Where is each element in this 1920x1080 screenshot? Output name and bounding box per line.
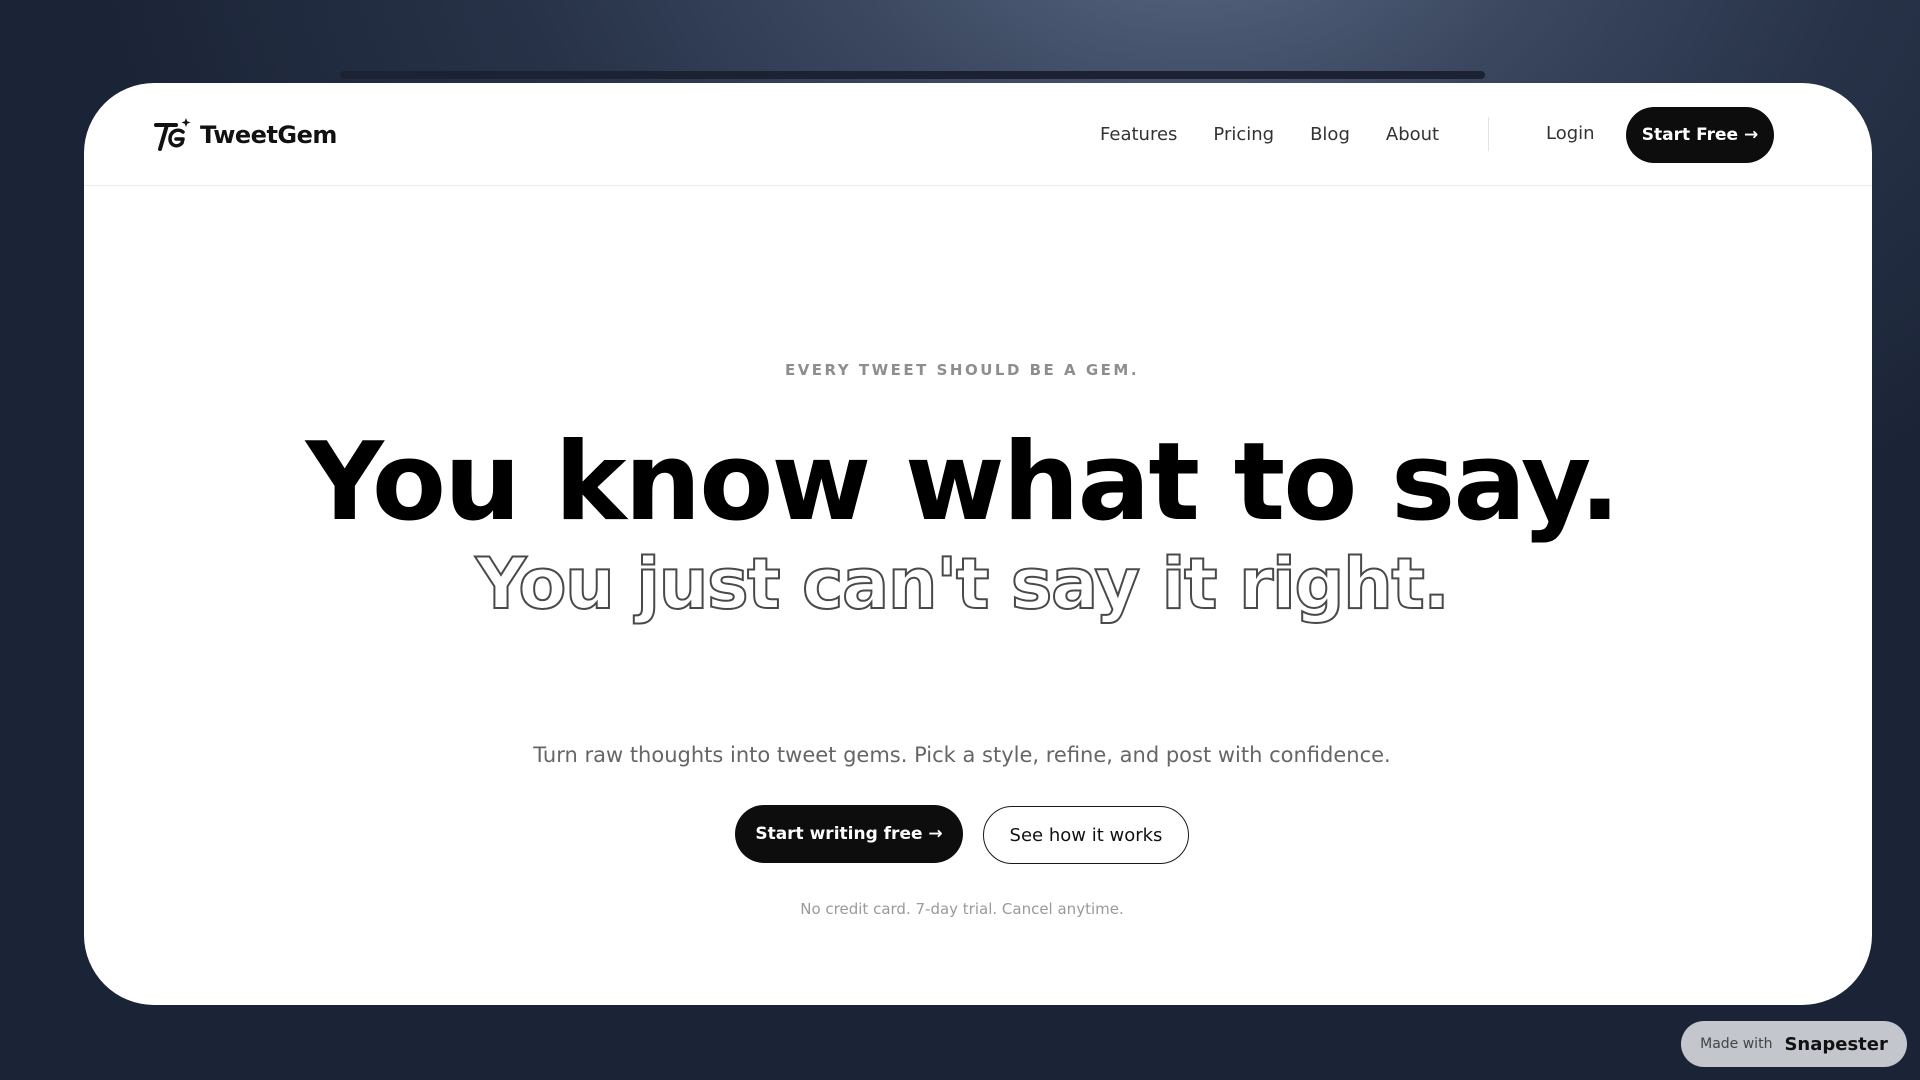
nav-link-about[interactable]: About: [1386, 124, 1439, 145]
nav-divider: [1488, 117, 1489, 151]
nav-link-blog[interactable]: Blog: [1310, 124, 1350, 145]
nav-link-features[interactable]: Features: [1100, 124, 1177, 145]
browser-window: TweetGem Features Pricing Blog About Log…: [84, 83, 1872, 1005]
start-writing-button[interactable]: Start writing free →: [735, 805, 963, 863]
tg-monogram-sparkle-icon: [152, 115, 192, 155]
nav-links: Features Pricing Blog About: [1100, 83, 1475, 185]
hero-eyebrow: EVERY TWEET SHOULD BE A GEM.: [784, 361, 1140, 379]
made-with-label: Made with: [1700, 1036, 1773, 1052]
nav-link-pricing[interactable]: Pricing: [1213, 124, 1274, 145]
hero-cta-row: Start writing free → See how it works: [84, 805, 1840, 864]
brand-name: TweetGem: [200, 121, 337, 149]
start-free-button[interactable]: Start Free →: [1626, 107, 1774, 163]
hero-subtitle: Turn raw thoughts into tweet gems. Pick …: [533, 743, 1391, 767]
hero-headline-outline: You just can't say it right.: [475, 543, 1451, 625]
made-with-badge[interactable]: Made with Snapester: [1681, 1021, 1907, 1067]
login-link[interactable]: Login: [1546, 83, 1595, 185]
hero-headline: You know what to say.: [305, 420, 1621, 545]
see-how-it-works-button[interactable]: See how it works: [983, 806, 1189, 864]
brand-logo[interactable]: TweetGem: [152, 115, 337, 155]
made-with-brand: Snapester: [1784, 1033, 1888, 1055]
window-top-edge: [340, 71, 1485, 79]
top-navigation: TweetGem Features Pricing Blog About Log…: [84, 83, 1872, 186]
hero-fine-print: No credit card. 7-day trial. Cancel anyt…: [800, 900, 1124, 918]
